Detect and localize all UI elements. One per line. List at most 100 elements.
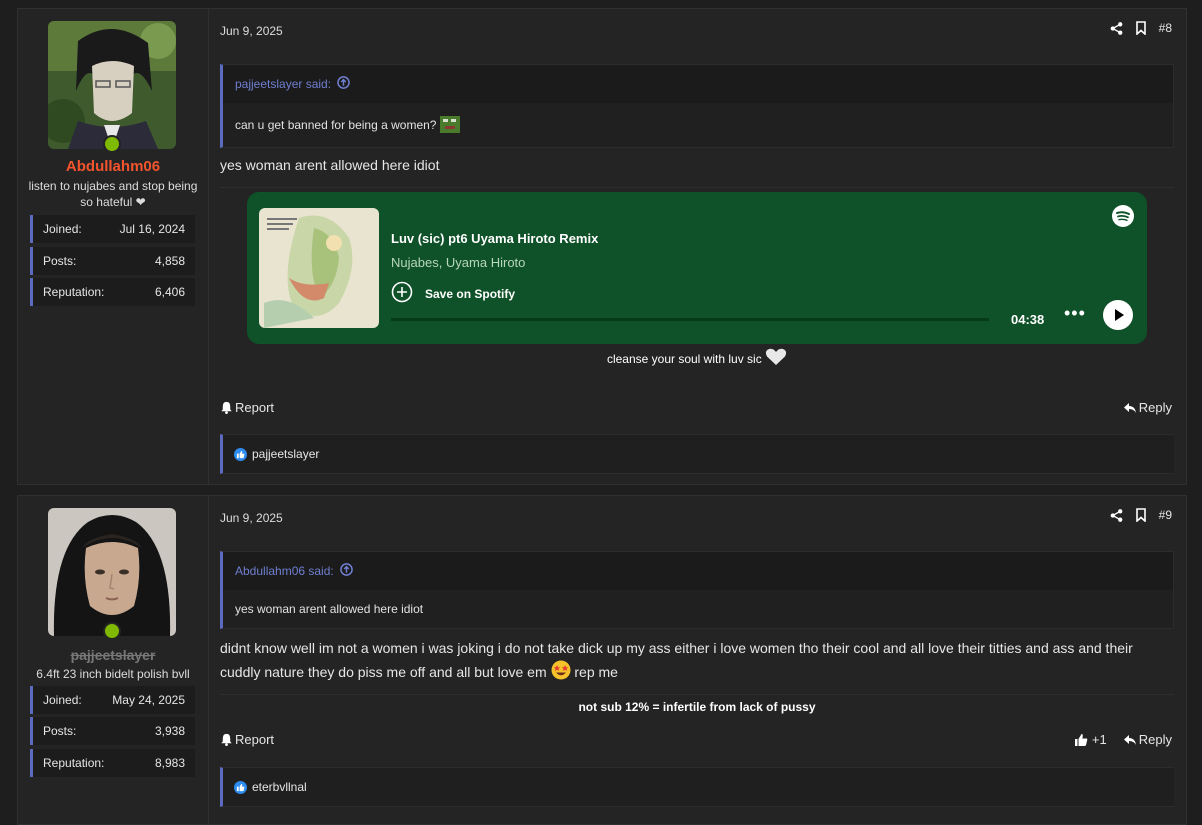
quote-block: pajjeetslayer said: can u get banned for…	[220, 64, 1174, 148]
quote-header: Abdullahm06 said:	[223, 552, 1173, 590]
post-body: Jun 9, 2025 #9 Abdullahm06 said: yes wom…	[220, 496, 1186, 824]
more-options-icon[interactable]: •••	[1064, 303, 1086, 324]
add-circle-icon	[391, 281, 413, 306]
reply-icon	[1123, 734, 1136, 745]
post-8: Abdullahm06 listen to nujabes and stop b…	[17, 8, 1187, 485]
avatar[interactable]	[48, 508, 176, 636]
quote-text: yes woman arent allowed here idiot	[235, 602, 424, 616]
stat-reputation: Reputation: 6,406	[30, 278, 195, 306]
divider	[220, 694, 1174, 695]
signature: cleanse your soul with luv sic	[220, 348, 1174, 366]
post-action-row: Report Reply	[220, 400, 1172, 415]
thumbs-up-icon	[1074, 733, 1088, 746]
album-cover[interactable]	[259, 208, 379, 328]
reactions-bar[interactable]: pajjeetslayer	[220, 434, 1174, 474]
reaction-user[interactable]: pajjeetslayer	[252, 447, 319, 461]
reply-button[interactable]: Reply	[1123, 732, 1172, 747]
quote-block: Abdullahm06 said: yes woman arent allowe…	[220, 551, 1174, 629]
stat-posts: Posts: 3,938	[30, 717, 195, 745]
online-status-dot	[103, 622, 121, 640]
reactions-bar[interactable]: eterbvllnal	[220, 767, 1174, 807]
star-eyes-emoji	[551, 660, 575, 680]
user-title: 6.4ft 23 inch bidelt polish bvll	[36, 667, 190, 681]
stat-label: Posts:	[43, 254, 77, 268]
stat-reputation: Reputation: 8,983	[30, 749, 195, 777]
reaction-user[interactable]: eterbvllnal	[252, 780, 307, 794]
stat-label: Reputation:	[43, 285, 105, 299]
user-panel: Abdullahm06 listen to nujabes and stop b…	[18, 9, 209, 484]
stat-value: 6,406	[154, 285, 185, 299]
report-label: Report	[235, 732, 275, 747]
user-panel: pajjeetslayer 6.4ft 23 inch bidelt polis…	[18, 496, 209, 824]
save-label: Save on Spotify	[425, 286, 516, 301]
like-button[interactable]: +1	[1074, 732, 1107, 747]
post-actions: #9	[1110, 508, 1172, 522]
save-on-spotify-button[interactable]: Save on Spotify	[391, 281, 515, 306]
reply-label: Reply	[1138, 400, 1172, 415]
report-button[interactable]: Report	[220, 400, 274, 415]
right-actions: +1 Reply	[1074, 732, 1172, 747]
report-label: Report	[235, 400, 275, 415]
like-count: +1	[1091, 732, 1107, 747]
stat-label: Joined:	[43, 693, 82, 707]
user-title: listen to nujabes and stop being so hate…	[28, 179, 198, 209]
track-duration: 04:38	[1011, 312, 1045, 327]
stat-label: Reputation:	[43, 756, 105, 770]
stat-joined: Joined: Jul 16, 2024	[30, 215, 195, 243]
quote-body: can u get banned for being a women?	[223, 103, 1173, 147]
username[interactable]: Abdullahm06	[18, 158, 208, 175]
stat-posts: Posts: 4,858	[30, 247, 195, 275]
stat-value: 3,938	[154, 724, 185, 738]
track-artist[interactable]: Nujabes, Uyama Hiroto	[391, 255, 525, 270]
stat-label: Joined:	[43, 222, 82, 236]
reply-label: Reply	[1138, 732, 1172, 747]
bell-icon	[221, 733, 232, 746]
username[interactable]: pajjeetslayer	[18, 647, 208, 663]
heart-icon	[765, 348, 787, 366]
stat-label: Posts:	[43, 724, 77, 738]
reply-icon	[1123, 402, 1136, 413]
quote-header: pajjeetslayer said:	[223, 65, 1173, 103]
avatar[interactable]	[48, 21, 176, 149]
stat-value: 8,983	[154, 756, 185, 770]
thumbs-up-icon	[234, 780, 247, 794]
signature: not sub 12% = infertile from lack of pus…	[578, 700, 816, 714]
stat-joined: Joined: May 24, 2025	[30, 686, 195, 714]
spotify-icon[interactable]	[1111, 204, 1135, 233]
post-date[interactable]: Jun 9, 2025	[220, 24, 283, 38]
post-number[interactable]: #8	[1159, 21, 1172, 35]
spotify-embed[interactable]: Luv (sic) pt6 Uyama Hiroto Remix Nujabes…	[247, 192, 1147, 344]
thumbs-up-icon	[234, 447, 247, 461]
signature-text: cleanse your soul with luv sic	[606, 352, 762, 366]
post-actions: #8	[1110, 21, 1172, 35]
quote-author[interactable]: Abdullahm06 said:	[235, 564, 334, 578]
post-number[interactable]: #9	[1159, 508, 1172, 522]
bookmark-icon[interactable]	[1135, 21, 1147, 35]
share-icon[interactable]	[1110, 21, 1123, 35]
frog-emoji	[439, 113, 461, 138]
bookmark-icon[interactable]	[1135, 508, 1147, 522]
message-text: didnt know well im not a women i was jok…	[220, 640, 1133, 680]
divider	[220, 187, 1174, 188]
quote-text: can u get banned for being a women?	[235, 118, 437, 132]
post-message: didnt know well im not a women i was jok…	[220, 637, 1174, 684]
bell-icon	[221, 401, 232, 414]
share-icon[interactable]	[1110, 508, 1123, 522]
post-date[interactable]: Jun 9, 2025	[220, 511, 283, 525]
post-action-row: Report +1 Reply	[220, 732, 1172, 747]
play-button[interactable]	[1103, 300, 1133, 335]
report-button[interactable]: Report	[220, 732, 274, 747]
post-body: Jun 9, 2025 #8 pajjeetslayer said: can u…	[220, 9, 1186, 484]
arrow-up-circle-icon[interactable]	[339, 563, 353, 579]
post-message: yes woman arent allowed here idiot	[220, 157, 440, 173]
message-tail: rep me	[574, 664, 618, 680]
arrow-up-circle-icon[interactable]	[337, 76, 350, 92]
quote-author[interactable]: pajjeetslayer said:	[235, 77, 331, 91]
stat-value: Jul 16, 2024	[119, 222, 185, 236]
online-status-dot	[103, 135, 121, 153]
quote-body: yes woman arent allowed here idiot	[223, 590, 1173, 628]
track-title[interactable]: Luv (sic) pt6 Uyama Hiroto Remix	[391, 231, 598, 246]
reply-button[interactable]: Reply	[1123, 400, 1172, 415]
progress-bar[interactable]	[391, 318, 989, 321]
stat-value: 4,858	[154, 254, 185, 268]
